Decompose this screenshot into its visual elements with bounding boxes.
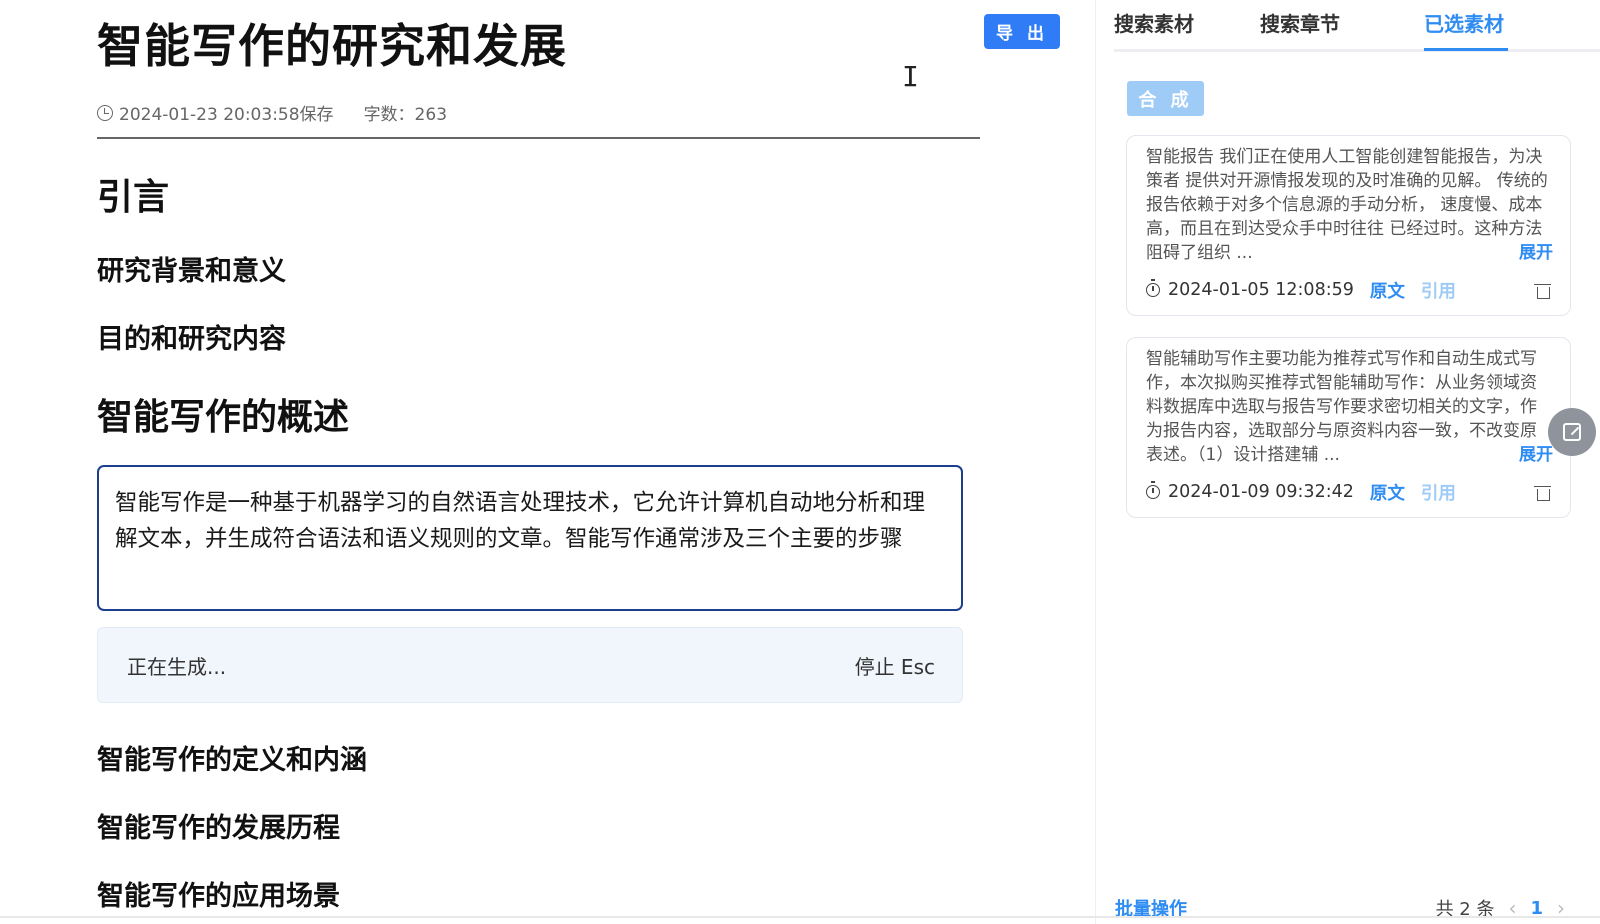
timer-icon [1146,481,1160,499]
export-button[interactable]: 导 出 [984,14,1060,49]
outline-subheading[interactable]: 智能写作的定义和内涵 [97,738,367,777]
material-excerpt: 智能辅助写作主要功能为推荐式写作和自动生成式写作，本次拟购买推荐式智能辅助写作：… [1146,349,1537,465]
view-source-link[interactable]: 原文 [1370,278,1405,303]
material-time: 2024-01-05 12:08:59 [1168,280,1354,300]
timer-icon [1146,279,1160,297]
document-editor: 智能写作的研究和发展 导 出 I 2024-01-23 20:03:58保存 字… [0,0,1062,924]
trash-icon[interactable] [1534,485,1551,501]
outline-heading[interactable]: 引言 [97,168,169,220]
material-card: 智能辅助写作主要功能为推荐式写作和自动生成式写作，本次拟购买推荐式智能辅助写作：… [1126,337,1571,518]
active-tab-indicator [1424,48,1508,51]
material-excerpt: 智能报告 我们正在使用人工智能创建智能报告，为决策者 提供对开源情报发现的及时准… [1146,147,1548,263]
stop-generation-button[interactable]: 停止 Esc [855,651,935,680]
material-card-footer: 2024-01-05 12:08:59 原文 引用 [1146,265,1553,315]
material-time: 2024-01-09 09:32:42 [1168,482,1354,502]
panel-tabs: 搜索素材 搜索章节 已选素材 [1114,0,1600,52]
expand-link[interactable]: 展开 [1517,241,1553,265]
tab-selected-material[interactable]: 已选素材 [1424,8,1504,37]
outline-heading[interactable]: 智能写作的概述 [97,388,349,440]
generating-label: 正在生成... [127,654,227,679]
expand-link[interactable]: 展开 [1517,443,1553,467]
outline-subheading[interactable]: 智能写作的发展历程 [97,806,340,845]
edit-note-icon[interactable] [1548,408,1596,456]
generation-status-bar: 正在生成... 停止 Esc [97,627,963,703]
material-card-text: 智能辅助写作主要功能为推荐式写作和自动生成式写作，本次拟购买推荐式智能辅助写作：… [1146,347,1553,467]
cite-link[interactable]: 引用 [1421,480,1456,505]
cite-link[interactable]: 引用 [1421,278,1456,303]
outline-subheading[interactable]: 智能写作的应用场景 [97,874,340,913]
bottom-border [0,916,1600,918]
tab-search-material[interactable]: 搜索素材 [1114,8,1194,37]
document-meta: 2024-01-23 20:03:58保存 字数：263 [97,100,447,125]
outline-subheading[interactable]: 研究背景和意义 [97,249,286,288]
material-card-text: 智能报告 我们正在使用人工智能创建智能报告，为决策者 提供对开源情报发现的及时准… [1146,145,1553,265]
material-card: 智能报告 我们正在使用人工智能创建智能报告，为决策者 提供对开源情报发现的及时准… [1126,135,1571,316]
material-card-footer: 2024-01-09 09:32:42 原文 引用 [1146,467,1553,517]
view-source-link[interactable]: 原文 [1370,480,1405,505]
title-divider [97,137,980,139]
tab-search-chapter[interactable]: 搜索章节 [1260,8,1340,37]
generated-text-box[interactable]: 智能写作是一种基于机器学习的自然语言处理技术，它允许计算机自动地分析和理解文本，… [97,465,963,611]
trash-icon[interactable] [1534,283,1551,299]
document-title[interactable]: 智能写作的研究和发展 [97,10,567,76]
text-cursor-icon: I [902,60,919,93]
clock-icon [97,104,113,121]
word-count: 字数：263 [363,105,448,125]
saved-time: 2024-01-23 20:03:58保存 [119,105,334,125]
outline-subheading[interactable]: 目的和研究内容 [97,317,286,356]
merge-button[interactable]: 合 成 [1127,81,1204,116]
material-panel: 搜索素材 搜索章节 已选素材 合 成 智能报告 我们正在使用人工智能创建智能报告… [1095,0,1600,924]
